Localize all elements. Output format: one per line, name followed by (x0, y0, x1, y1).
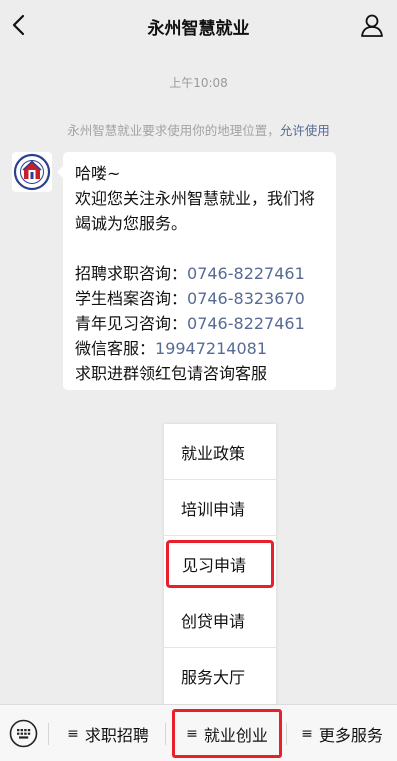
contact-label: 学生档案咨询： (75, 289, 188, 308)
logo-seal-icon (13, 153, 51, 191)
keyboard-icon[interactable] (9, 719, 38, 748)
phone-link[interactable]: 0746-8227461 (187, 314, 305, 333)
avatar[interactable] (12, 152, 52, 192)
page-title: 永州智慧就业 (147, 19, 250, 39)
tab-label: 求职招聘 (84, 725, 149, 745)
contact-label: 招聘求职咨询： (75, 264, 188, 283)
footer-text: 求职进群领红包请咨询客服 (75, 364, 268, 383)
contact-line: 学生档案咨询：0746-8323670 (75, 286, 324, 311)
contact-label: 青年见习咨询： (75, 314, 188, 333)
phone-link[interactable]: 19947214081 (155, 339, 267, 358)
divider (165, 723, 166, 745)
system-message-text: 永州智慧就业要求使用你的地理位置， (67, 123, 280, 138)
welcome-text-line-2: 竭诚为您服务。 (75, 214, 188, 233)
message-timestamp: 上午10:08 (169, 76, 228, 90)
person-icon[interactable] (359, 12, 385, 38)
submenu-item-service-hall[interactable]: 服务大厅 (164, 648, 276, 704)
menu-lines-icon: ≡ (67, 725, 79, 742)
tab-more-services[interactable]: ≡ 更多服务 (288, 705, 396, 761)
allow-location-link[interactable]: 允许使用 (280, 123, 330, 138)
divider (286, 723, 287, 745)
contact-label: 微信客服： (75, 339, 156, 358)
welcome-text-line-1: 欢迎您关注永州智慧就业，我们将 (75, 189, 316, 208)
tab-employment-entrepreneurship[interactable]: ≡ 就业创业 (172, 709, 282, 758)
greeting-text: 哈喽~ (75, 164, 121, 183)
menu-lines-icon: ≡ (301, 725, 313, 742)
tab-job-recruitment[interactable]: ≡ 求职招聘 (52, 705, 164, 761)
contact-line: 青年见习咨询：0746-8227461 (75, 311, 324, 336)
phone-link[interactable]: 0746-8323670 (187, 289, 305, 308)
tab-label: 就业创业 (203, 725, 268, 745)
contact-line: 微信客服：19947214081 (75, 336, 324, 361)
submenu-item-internship-application[interactable]: 见习申请 (166, 540, 274, 588)
submenu-item-employment-policy[interactable]: 就业政策 (164, 424, 276, 480)
location-permission-message: 永州智慧就业要求使用你的地理位置，允许使用 (0, 120, 397, 139)
welcome-message-bubble: 哈喽~ 欢迎您关注永州智慧就业，我们将 竭诚为您服务。 招聘求职咨询：0746-… (57, 152, 336, 390)
top-bar: 永州智慧就业 (0, 0, 397, 50)
employment-submenu: 就业政策 培训申请 见习申请 创贷申请 服务大厅 (164, 424, 276, 704)
contact-line: 招聘求职咨询：0746-8227461 (75, 261, 324, 286)
submenu-item-business-loan-application[interactable]: 创贷申请 (164, 592, 276, 648)
tab-label: 更多服务 (318, 725, 383, 745)
menu-lines-icon: ≡ (186, 725, 198, 742)
submenu-item-training-application[interactable]: 培训申请 (164, 480, 276, 536)
divider (48, 723, 49, 745)
bottom-menu-bar: ≡ 求职招聘 ≡ 就业创业 ≡ 更多服务 (0, 704, 397, 761)
phone-link[interactable]: 0746-8227461 (187, 264, 305, 283)
